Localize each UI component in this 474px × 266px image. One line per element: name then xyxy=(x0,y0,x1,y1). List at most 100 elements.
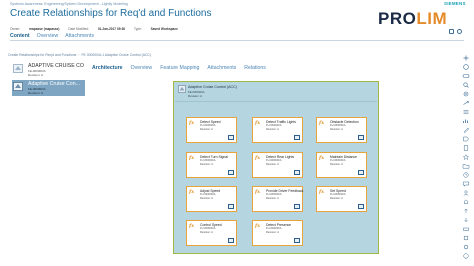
function-node[interactable]: fx Provide Driver Feedback FU-000000/A R… xyxy=(252,186,303,212)
info-icon[interactable] xyxy=(462,64,470,70)
star-icon[interactable] xyxy=(462,154,470,160)
user-icon[interactable] xyxy=(462,190,470,196)
download-icon[interactable] xyxy=(462,217,470,223)
function-revision: Revision: A xyxy=(266,196,279,200)
function-icon: fx xyxy=(189,223,195,229)
tab-relations[interactable]: Relations xyxy=(244,65,266,71)
chart-icon[interactable] xyxy=(462,118,470,124)
share-icon[interactable] xyxy=(462,100,470,106)
open-icon[interactable] xyxy=(358,135,364,140)
open-icon[interactable] xyxy=(358,204,364,209)
tag-icon[interactable] xyxy=(462,136,470,142)
tree-item-acc-selected[interactable]: Adaptive Cruise Con... FE-000000/A Revis… xyxy=(12,80,85,96)
function-icon: fx xyxy=(255,120,261,126)
tab-attachments-sub[interactable]: Attachments xyxy=(207,65,236,71)
function-revision: Revision: A xyxy=(200,230,213,234)
prolim-logo: PROLIM xyxy=(378,9,447,29)
function-node[interactable]: fx Detect Speed FU-000000/A Revision: A xyxy=(186,117,237,143)
function-revision: Revision: A xyxy=(266,230,279,234)
feature-icon xyxy=(13,64,23,73)
feature-icon xyxy=(178,85,186,93)
root-node-revision: Revision: A xyxy=(188,94,202,98)
logo-accent: LIM xyxy=(416,9,448,28)
function-node[interactable]: fx Set Speed FU-000000/A Revision: A xyxy=(316,186,367,212)
function-node[interactable]: fx Detect Traffic Lights FU-000000/A Rev… xyxy=(252,117,303,143)
object-metadata: Owner: mapasse (mapasse) Date Modified: … xyxy=(10,27,186,31)
open-icon[interactable] xyxy=(294,204,300,209)
link-icon[interactable] xyxy=(462,73,470,79)
function-icon: fx xyxy=(255,155,261,161)
owner-value: mapasse (mapasse) xyxy=(29,27,60,31)
comment-icon[interactable] xyxy=(462,181,470,187)
main-tabs: Content Overview Attachments xyxy=(10,33,94,39)
bell-icon[interactable] xyxy=(462,199,470,205)
open-icon[interactable] xyxy=(358,170,364,175)
function-revision: Revision: A xyxy=(330,196,343,200)
function-revision: Revision: A xyxy=(200,127,213,131)
tab-overview[interactable]: Overview xyxy=(37,33,59,39)
crumb-current[interactable]: FE 000000/A;1 Adaptive Cruise Control (A… xyxy=(81,53,151,57)
function-node[interactable]: fx Control Speed FU-000000/A Revision: A xyxy=(186,220,237,246)
home-icon[interactable] xyxy=(449,29,454,34)
user-icon[interactable] xyxy=(457,29,462,34)
tree-item-revision: Revision: A xyxy=(28,90,44,95)
list-icon[interactable] xyxy=(462,109,470,115)
tab-content[interactable]: Content xyxy=(10,33,30,39)
function-revision: Revision: A xyxy=(200,196,213,200)
function-icon: fx xyxy=(255,189,261,195)
function-node[interactable]: fx Obstacle Detection FU-000000/A Revisi… xyxy=(316,117,367,143)
header-divider xyxy=(10,40,464,41)
function-node[interactable]: fx Adjust Speed FU-000000/A Revision: A xyxy=(186,186,237,212)
open-icon[interactable] xyxy=(294,170,300,175)
function-icon: fx xyxy=(319,189,325,195)
export-icon[interactable] xyxy=(462,208,470,214)
tab-overview-sub[interactable]: Overview xyxy=(131,65,153,71)
logo-main: PRO xyxy=(378,9,417,28)
tab-feature-mapping[interactable]: Feature Mapping xyxy=(160,65,199,71)
edit-icon[interactable] xyxy=(462,127,470,133)
gear-icon[interactable] xyxy=(462,244,470,250)
tab-architecture[interactable]: Architecture xyxy=(92,65,123,71)
function-revision: Revision: A xyxy=(330,127,343,131)
type-value: Saved Workspace xyxy=(150,27,178,31)
tree-item-acc[interactable]: ADAPTIVE CRUISE CONT... FE-000000/A Revi… xyxy=(12,62,85,78)
object-tabs: Architecture Overview Feature Mapping At… xyxy=(92,65,266,71)
function-revision: Revision: A xyxy=(266,127,279,131)
function-node[interactable]: fx Maintain Distance FU-000000/A Revisio… xyxy=(316,152,367,178)
function-icon: fx xyxy=(319,120,325,126)
open-icon[interactable] xyxy=(228,135,234,140)
feature-icon xyxy=(13,82,23,91)
function-node[interactable]: fx Detect Rear Lights FU-000000/A Revisi… xyxy=(252,152,303,178)
crumb-root[interactable]: Create Relationships for Req'd and Funct… xyxy=(8,53,76,57)
print-icon[interactable] xyxy=(462,226,470,232)
page-title: Create Relationships for Req'd and Funct… xyxy=(10,8,212,19)
open-icon[interactable] xyxy=(294,135,300,140)
search-icon[interactable] xyxy=(462,82,470,88)
folder-icon[interactable] xyxy=(462,163,470,169)
function-revision: Revision: A xyxy=(330,162,343,166)
plus-icon[interactable] xyxy=(462,55,470,61)
tab-attachments[interactable]: Attachments xyxy=(65,33,94,39)
owner-label: Owner: xyxy=(10,27,21,31)
chevron-right-icon: › xyxy=(78,53,80,57)
function-node[interactable]: fx Detect Presence FU-000000/A Revision:… xyxy=(252,220,303,246)
open-icon[interactable] xyxy=(228,238,234,243)
settings-icon[interactable] xyxy=(462,91,470,97)
function-icon: fx xyxy=(189,155,195,161)
document-icon[interactable] xyxy=(462,145,470,151)
help-icon[interactable] xyxy=(462,253,470,259)
tree-item-revision: Revision: A xyxy=(28,72,44,77)
function-revision: Revision: A xyxy=(200,162,213,166)
function-revision: Revision: A xyxy=(266,162,279,166)
open-icon[interactable] xyxy=(294,238,300,243)
cube-icon[interactable] xyxy=(462,235,470,241)
breadcrumb[interactable]: Systems Awareness: Engineering/System De… xyxy=(10,2,128,6)
function-node[interactable]: fx Detect Turn Signal FU-000000/A Revisi… xyxy=(186,152,237,178)
function-icon: fx xyxy=(255,223,261,229)
type-label: Type: xyxy=(133,27,142,31)
open-icon[interactable] xyxy=(228,204,234,209)
function-icon: fx xyxy=(189,120,195,126)
history-icon[interactable] xyxy=(462,172,470,178)
open-icon[interactable] xyxy=(228,170,234,175)
diagram-root-node[interactable]: Adaptive Cruise Control (ACC) FE-000000/… xyxy=(175,83,377,102)
